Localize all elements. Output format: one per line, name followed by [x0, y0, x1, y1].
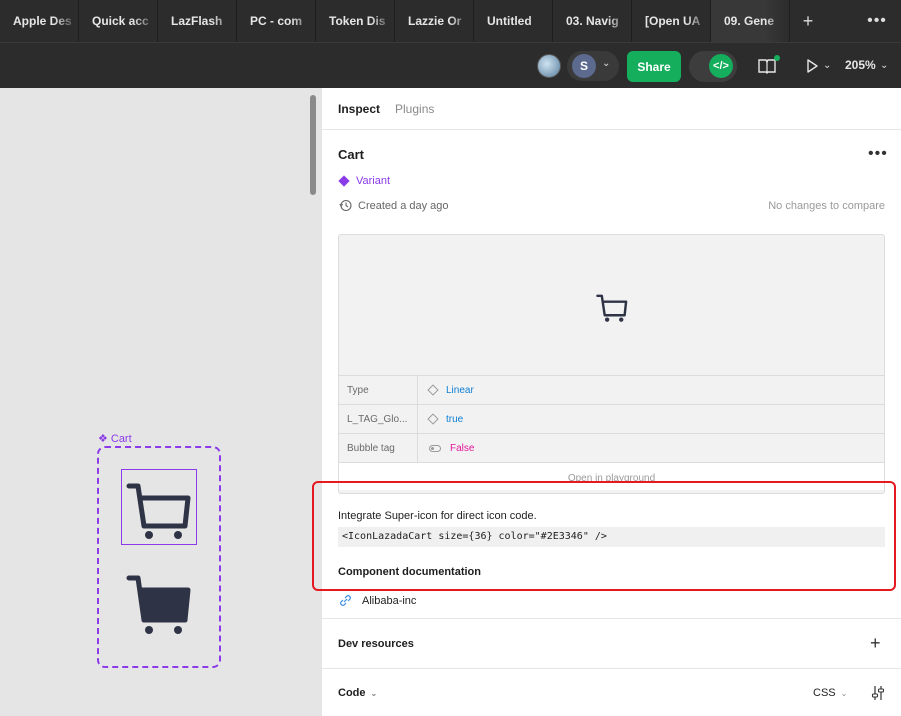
no-changes-text[interactable]: No changes to compare	[768, 200, 885, 212]
notification-dot	[774, 55, 780, 61]
css-label: CSS	[813, 687, 836, 699]
code-section-toggle[interactable]: Code ⌄	[338, 687, 377, 699]
browser-tab-bar: Apple Des Quick acc LazFlash PC - com To…	[0, 0, 901, 42]
tab-3[interactable]: PC - com	[237, 0, 316, 42]
chevron-down-icon[interactable]: ⌄	[880, 60, 888, 71]
created-row: Created a day ago	[339, 199, 449, 212]
component-title: Cart	[338, 147, 365, 162]
variant-label: Variant	[356, 175, 391, 187]
component-icon: ❖	[98, 433, 108, 445]
properties-table: Type Linear L_TAG_Glo... true Bubble tag…	[339, 375, 884, 490]
chevron-down-icon: ⌄	[370, 688, 378, 698]
language-select[interactable]: CSS ⌄	[813, 687, 847, 699]
diamond-icon	[427, 384, 439, 396]
canvas-scrollbar[interactable]	[310, 95, 316, 195]
property-value-text: False	[450, 442, 475, 454]
property-value[interactable]: False	[418, 443, 474, 454]
highlight-annotation	[312, 481, 896, 591]
play-icon[interactable]	[804, 58, 820, 74]
property-row: L_TAG_Glo... true	[339, 404, 884, 433]
code-icon[interactable]: </>	[709, 54, 733, 78]
tab-9[interactable]: 09. Gene	[711, 0, 790, 42]
doc-link[interactable]: Alibaba-inc	[338, 593, 416, 608]
tab-5[interactable]: Lazzie Or	[395, 0, 474, 42]
tab-4[interactable]: Token Dis	[316, 0, 395, 42]
tab-1[interactable]: Quick acc	[79, 0, 158, 42]
property-name: Bubble tag	[339, 434, 418, 462]
zoom-level[interactable]: 205%	[845, 58, 876, 72]
divider	[322, 129, 901, 130]
tab-7[interactable]: 03. Navig	[553, 0, 632, 42]
property-value-text: true	[446, 413, 464, 425]
cart-filled-icon[interactable]	[124, 570, 194, 640]
more-options-icon[interactable]: •••	[868, 145, 888, 163]
more-options-icon[interactable]: •••	[853, 0, 901, 42]
tab-plugins[interactable]: Plugins	[395, 102, 434, 116]
diamond-icon	[427, 413, 439, 425]
tab-inspect[interactable]: Inspect	[338, 102, 380, 116]
tab-8[interactable]: [Open UA	[632, 0, 711, 42]
dev-resources-title: Dev resources	[338, 638, 414, 650]
created-text: Created a day ago	[358, 199, 449, 212]
property-row: Bubble tag False	[339, 433, 884, 462]
component-label-text: Cart	[110, 432, 132, 445]
code-settings-icon[interactable]	[871, 685, 885, 701]
variant-diamond-icon	[338, 175, 350, 187]
add-resource-plus-icon[interactable]: +	[870, 633, 881, 654]
component-preview: Type Linear L_TAG_Glo... true Bubble tag…	[338, 234, 885, 494]
cart-preview-icon	[596, 294, 628, 322]
property-name: Type	[339, 376, 418, 404]
tab-6[interactable]: Untitled	[474, 0, 553, 42]
doc-link-text[interactable]: Alibaba-inc	[362, 595, 416, 607]
tab-0[interactable]: Apple Des	[0, 0, 79, 42]
toggle-icon	[429, 444, 441, 452]
chevron-down-icon[interactable]: ⌄	[823, 60, 831, 71]
top-toolbar: S ⌄ Share </> ⌄ 205% ⌄	[0, 42, 901, 88]
link-icon	[340, 595, 351, 606]
inspect-panel: Inspect Plugins Cart ••• Variant Created…	[322, 88, 901, 716]
property-value[interactable]: Linear	[418, 384, 474, 396]
tab-2[interactable]: LazFlash	[158, 0, 237, 42]
new-tab-plus-icon[interactable]: +	[790, 0, 826, 42]
property-value[interactable]: true	[418, 413, 464, 425]
avatar[interactable]	[537, 54, 561, 78]
chevron-down-icon: ⌄	[840, 688, 848, 698]
divider	[322, 618, 901, 619]
divider	[322, 668, 901, 669]
share-button[interactable]: Share	[627, 51, 681, 82]
panel-tabs: Inspect Plugins	[338, 102, 434, 116]
property-name: L_TAG_Glo...	[339, 405, 418, 433]
variant-row[interactable]: Variant	[338, 175, 391, 187]
code-label: Code	[338, 687, 366, 699]
property-value-text: Linear	[446, 384, 474, 396]
component-set-label[interactable]: ❖ Cart	[98, 432, 132, 446]
user-avatar[interactable]: S	[572, 54, 596, 78]
cart-linear-icon[interactable]	[124, 474, 194, 544]
chevron-down-icon[interactable]: ⌄	[602, 58, 610, 69]
history-icon	[339, 199, 352, 212]
property-row: Type Linear	[339, 375, 884, 404]
